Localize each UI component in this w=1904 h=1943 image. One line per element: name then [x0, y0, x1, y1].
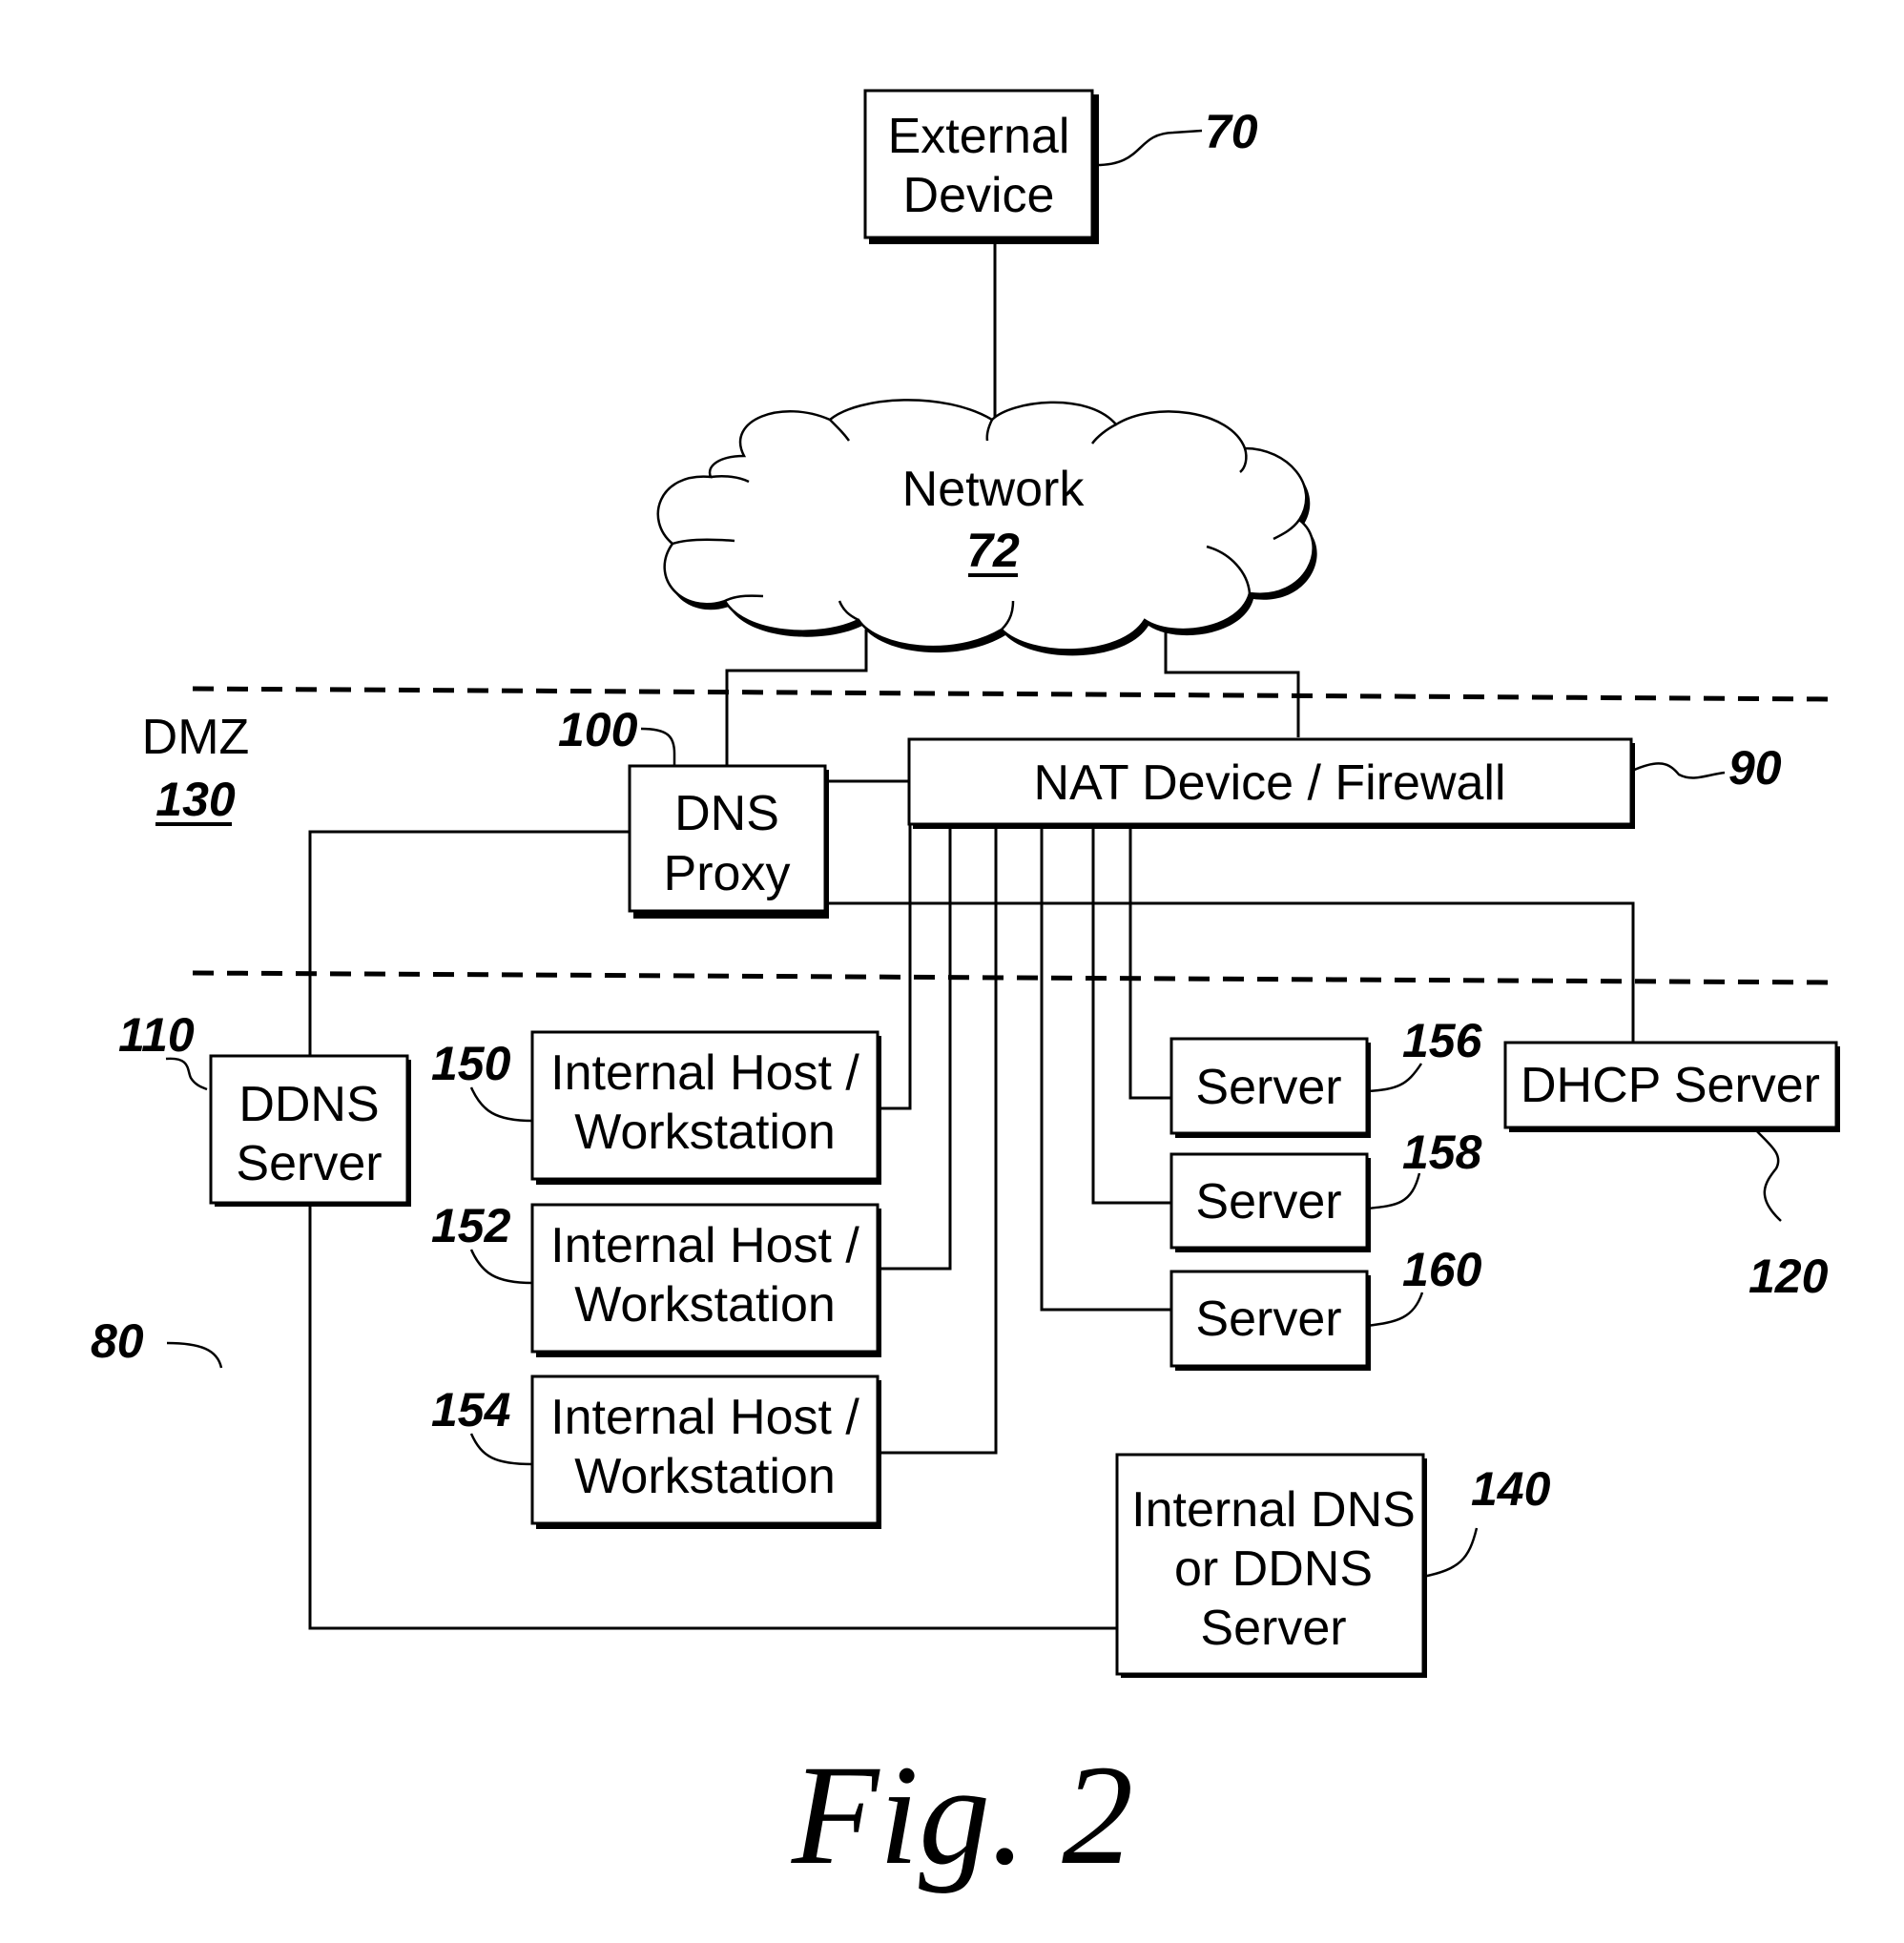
host-152-line2: Workstation — [574, 1277, 836, 1333]
leader-140 — [1422, 1527, 1479, 1579]
internal-dns-line2: or DDNS — [1174, 1541, 1373, 1597]
ref-120: 120 — [1749, 1250, 1829, 1303]
ref-130: 130 — [155, 773, 236, 826]
wire-nat-host-154 — [878, 824, 998, 1455]
leader-154 — [469, 1433, 533, 1466]
dns-proxy-node: DNS Proxy — [628, 764, 829, 919]
ref-152: 152 — [431, 1199, 511, 1252]
ref-156: 156 — [1402, 1014, 1483, 1067]
server-156-label: Server — [1195, 1060, 1341, 1115]
server-158-label: Server — [1195, 1174, 1341, 1230]
ref-80: 80 — [91, 1314, 144, 1368]
host-152-line1: Internal Host / — [550, 1218, 859, 1273]
wire-network-nat — [1164, 630, 1300, 737]
leader-160 — [1366, 1292, 1424, 1328]
wire-dns-proxy-dhcp — [825, 901, 1635, 1043]
dmz-label: DMZ — [142, 710, 250, 765]
leader-90 — [1631, 762, 1726, 779]
external-device-line1: External — [888, 109, 1070, 164]
ref-110: 110 — [118, 1008, 195, 1062]
dmz-upper-boundary — [192, 686, 1834, 702]
host-154-node: Internal Host / Workstation — [530, 1375, 881, 1529]
internal-dns-line1: Internal DNS — [1131, 1482, 1416, 1538]
wire-network-dns-proxy — [725, 630, 868, 766]
ref-160: 160 — [1402, 1243, 1482, 1296]
external-device-node: External Device — [863, 89, 1099, 244]
ref-140: 140 — [1471, 1462, 1551, 1516]
external-device-line2: Device — [903, 168, 1055, 223]
wire-dns-proxy-ddns — [308, 830, 630, 1056]
dns-proxy-line1: DNS — [674, 786, 779, 841]
host-150-node: Internal Host / Workstation — [530, 1030, 881, 1185]
server-158-node: Server — [1169, 1152, 1371, 1252]
ref-150: 150 — [431, 1037, 511, 1090]
leader-80 — [166, 1341, 223, 1369]
leader-156 — [1366, 1063, 1423, 1093]
wire-nat-host-150 — [878, 824, 912, 1110]
ddns-server-line2: Server — [236, 1136, 382, 1191]
internal-dns-node: Internal DNS or DDNS Server — [1115, 1453, 1427, 1678]
dmz-lower-boundary — [192, 970, 1834, 985]
dhcp-server-label: DHCP Server — [1521, 1058, 1820, 1113]
leader-152 — [469, 1249, 533, 1285]
wire-nat-server-158 — [1091, 824, 1171, 1205]
network-diagram: External Device 70 Network 72 DMZ 130 10… — [91, 89, 1840, 1894]
host-150-line2: Workstation — [574, 1105, 836, 1160]
leader-150 — [469, 1086, 533, 1123]
network-label: Network — [902, 462, 1086, 517]
host-150-line1: Internal Host / — [550, 1045, 859, 1101]
server-160-node: Server — [1169, 1270, 1371, 1371]
wire-nat-server-160 — [1040, 824, 1171, 1312]
leader-100 — [640, 727, 676, 766]
host-152-node: Internal Host / Workstation — [530, 1203, 881, 1357]
internal-dns-line3: Server — [1200, 1601, 1346, 1656]
nat-firewall-node: NAT Device / Firewall — [907, 737, 1635, 829]
ref-158: 158 — [1402, 1126, 1482, 1179]
server-160-label: Server — [1195, 1292, 1341, 1347]
leader-70 — [1093, 129, 1203, 167]
wire-nat-server-156 — [1128, 824, 1171, 1100]
dhcp-server-node: DHCP Server — [1503, 1041, 1840, 1132]
leader-120 — [1754, 1128, 1782, 1222]
ddns-server-node: DDNS Server — [209, 1054, 411, 1207]
leader-110 — [165, 1057, 208, 1091]
nat-firewall-label: NAT Device / Firewall — [1033, 755, 1505, 811]
ddns-server-line1: DDNS — [238, 1077, 379, 1132]
server-156-node: Server — [1169, 1037, 1371, 1138]
wire-nat-host-152 — [878, 824, 952, 1271]
ref-100: 100 — [558, 703, 638, 756]
network-cloud: Network 72 — [656, 399, 1317, 656]
ref-90: 90 — [1728, 741, 1782, 795]
ref-154: 154 — [431, 1383, 510, 1437]
ref-70: 70 — [1205, 105, 1258, 158]
dns-proxy-line2: Proxy — [664, 846, 791, 901]
host-154-line2: Workstation — [574, 1449, 836, 1504]
figure-caption: Fig. 2 — [791, 1736, 1133, 1894]
host-154-line1: Internal Host / — [550, 1390, 859, 1445]
ref-72: 72 — [966, 524, 1020, 577]
